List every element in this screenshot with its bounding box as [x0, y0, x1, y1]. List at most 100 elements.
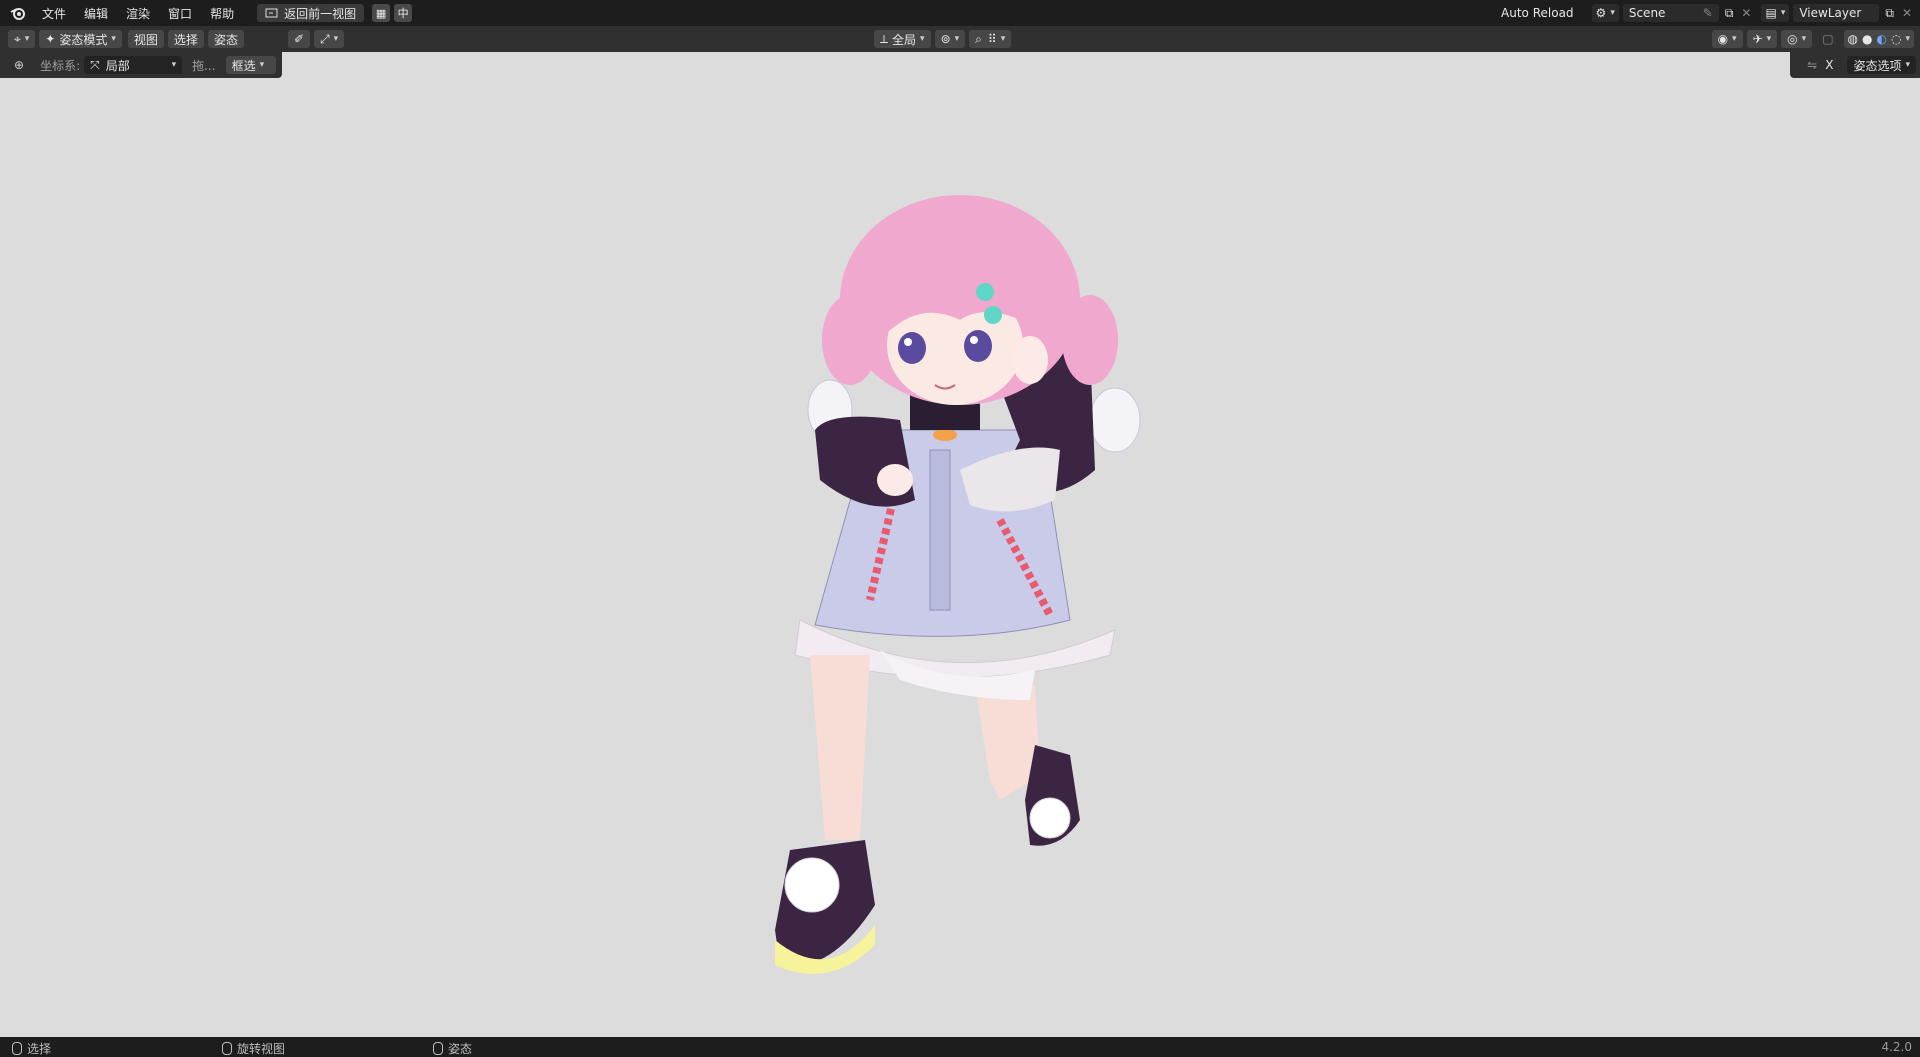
hair-clip-2 [984, 306, 1002, 324]
character-model [775, 195, 1141, 974]
ime-label: 中 [397, 7, 409, 20]
left-eye [898, 332, 926, 364]
status-pose-label: 姿态 [448, 1042, 473, 1056]
pivot-selector[interactable]: ⊚ ▾ [934, 30, 966, 48]
local-axis-icon: ⤧ [90, 57, 100, 72]
editor-type-icon: ⌖ [14, 31, 21, 46]
back-view-button[interactable]: 返回前一视图 [257, 4, 365, 22]
zipper-panel [929, 449, 951, 611]
mirror-icon[interactable]: ⇋ [1807, 58, 1817, 72]
gizmo-icon: ✈ [1752, 32, 1763, 46]
grid-toggle[interactable]: ▦ [372, 4, 391, 22]
version-label: 4.2.0 [1881, 1040, 1912, 1054]
right-wing [1089, 387, 1141, 453]
auto-reload-label[interactable]: Auto Reload [1501, 6, 1574, 20]
menu-file[interactable]: 文件 [33, 5, 75, 22]
hair-clip [976, 283, 994, 301]
snap-grid-icon: ⠿ [987, 32, 997, 46]
transform-icon: ⤢ [320, 31, 330, 46]
menu-select-label: 选择 [173, 32, 198, 47]
xray-toggle[interactable]: ▢ [1816, 30, 1839, 48]
viewlayer-selector[interactable]: ▤ ▾ [1761, 4, 1790, 22]
scene-name: Scene [1628, 6, 1666, 20]
status-rotate: 旋转视图 [222, 1040, 285, 1057]
status-select-label: 选择 [27, 1042, 52, 1056]
left-hand [877, 464, 913, 496]
right-eye [964, 330, 992, 362]
left-pigtail [822, 295, 878, 385]
menu-window[interactable]: 窗口 [159, 5, 201, 22]
select-mode-dropdown[interactable]: 框选 ▾ [225, 56, 276, 74]
menu-pose-label: 姿态 [213, 32, 238, 47]
status-select: 选择 [12, 1040, 51, 1057]
copy-icon[interactable]: ⧉ [1725, 6, 1734, 21]
close-icon[interactable]: ✕ [1741, 6, 1751, 20]
pin-icon[interactable]: ✎ [1703, 6, 1713, 20]
left-pompom [784, 857, 840, 913]
ime-button[interactable]: 中 [394, 4, 413, 22]
editor-type-button[interactable]: ⌖ ▾ [8, 30, 36, 48]
pose-options-label: 姿态选项 [1853, 58, 1902, 73]
top-menu-bar: 文件 编辑 渲染 窗口 帮助 返回前一视图 ▦ 中 Auto Reload ⚙ ▾… [0, 0, 1920, 26]
visibility-selector[interactable]: ◉ ▾ [1711, 30, 1743, 48]
scene-field[interactable]: Scene ✎ [1622, 4, 1719, 22]
status-rotate-label: 旋转视图 [237, 1042, 286, 1056]
x-mirror-toggle[interactable]: X [1825, 58, 1833, 72]
mode-icon: ✦ [45, 32, 56, 46]
back-view-label: 返回前一视图 [284, 6, 357, 21]
menu-edit[interactable]: 编辑 [75, 5, 117, 22]
pivot-icon: ⊚ [940, 32, 951, 46]
viewlayer-name: ViewLayer [1799, 6, 1862, 20]
solid-shading-icon[interactable]: ● [1862, 32, 1872, 46]
scene-selector[interactable]: ⚙ ▾ [1591, 4, 1619, 22]
left-leg [810, 655, 870, 840]
menu-help[interactable]: 帮助 [201, 5, 243, 22]
snap-toggle[interactable]: ⌕ ⠿ ▾ [969, 30, 1012, 48]
left-eye-highlight [904, 338, 912, 346]
grid-icon: ▦ [375, 6, 387, 20]
gizmo-toggle[interactable]: ✈ ▾ [1746, 30, 1778, 48]
menu-pose[interactable]: 姿态 [207, 30, 244, 48]
menu-view[interactable]: 视图 [127, 30, 164, 48]
mouse-icon [12, 1042, 22, 1055]
right-pigtail [1062, 295, 1118, 385]
menu-view-label: 视图 [133, 32, 158, 47]
overlay-toggle[interactable]: ◎ ▾ [1781, 30, 1813, 48]
mouse-icon [222, 1042, 232, 1055]
right-eye-highlight [970, 336, 978, 344]
rendered-shading-icon[interactable]: ◌ [1891, 32, 1901, 46]
overlay-icon: ◎ [1787, 32, 1798, 46]
snap-icon: ⌕ [975, 31, 982, 46]
status-pose: 姿态 [433, 1040, 472, 1057]
eyedropper-button[interactable]: ✐ [287, 30, 311, 48]
drag-label: 拖... [192, 58, 216, 73]
coord-dropdown[interactable]: ⤧ 局部 ▾ [84, 56, 183, 74]
coordinate-icon[interactable]: ⊕ [14, 58, 24, 72]
pose-options-dropdown[interactable]: 姿态选项 ▾ [1847, 56, 1916, 74]
right-hand [1012, 336, 1048, 384]
mode-selector[interactable]: ✦ 姿态模式 ▾ [39, 30, 122, 48]
orientation-selector[interactable]: ⟂ 全局 ▾ [874, 30, 931, 48]
eyedropper-icon: ✐ [293, 32, 305, 46]
mode-label: 姿态模式 [59, 32, 108, 47]
viewlayer-field[interactable]: ViewLayer [1793, 4, 1880, 22]
menu-render[interactable]: 渲染 [117, 5, 159, 22]
coord-label: 坐标系: [40, 58, 81, 73]
wireframe-shading-icon[interactable]: ◍ [1848, 32, 1858, 46]
mouse-icon [433, 1042, 443, 1055]
close-icon[interactable]: ✕ [1902, 6, 1912, 20]
3d-viewport[interactable] [0, 52, 1920, 1037]
copy-icon[interactable]: ⧉ [1885, 6, 1894, 21]
material-shading-icon[interactable]: ◐ [1877, 32, 1887, 46]
blender-logo[interactable] [9, 4, 27, 22]
xray-icon: ▢ [1822, 32, 1834, 46]
status-bar: 选择 旋转视图 姿态 4.2.0 [0, 1037, 1920, 1057]
scene-icon: ⚙ [1595, 6, 1607, 20]
tool-settings-bar: ⊕ 坐标系: ⤧ 局部 ▾ 拖... 框选 ▾ [0, 52, 282, 78]
transform-button[interactable]: ⤢ ▾ [314, 30, 345, 48]
viewlayer-icon: ▤ [1765, 6, 1777, 20]
transform-orientation-icon: ⟂ [880, 31, 889, 46]
menu-select[interactable]: 选择 [167, 30, 204, 48]
back-view-icon [265, 8, 278, 19]
visibility-icon: ◉ [1717, 32, 1729, 46]
